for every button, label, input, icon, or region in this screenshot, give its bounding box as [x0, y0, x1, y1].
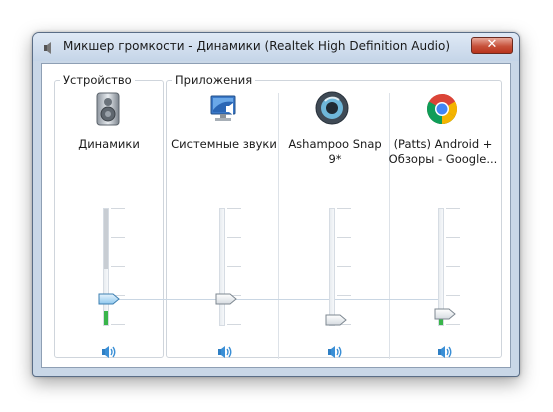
column-divider [389, 93, 390, 359]
window-title: Микшер громкости - Динамики (Realtek Hig… [63, 39, 451, 53]
chrome-tab-name: (Patts) Android + Обзоры - Google... [388, 137, 498, 166]
close-button[interactable]: ✕ [471, 37, 513, 54]
system-sounds-icon[interactable] [207, 92, 241, 126]
chrome-icon[interactable] [425, 92, 459, 126]
device-volume-slider-thumb[interactable] [98, 293, 120, 305]
ashampoo-snap-volume-track[interactable] [329, 208, 335, 326]
column-divider [278, 93, 279, 359]
system-sounds-volume-track[interactable] [219, 208, 225, 326]
speaker-icon [44, 42, 51, 54]
ashampoo-snap-icon[interactable] [315, 91, 349, 125]
mixer-content: Устройство Приложения Динамики Системные… [41, 63, 511, 368]
chrome-volume-slider-thumb[interactable] [434, 308, 456, 320]
level-connector-line [106, 299, 444, 300]
ashampoo-snap-name: Ashampoo Snap 9* [288, 137, 382, 166]
device-name: Динамики [78, 137, 140, 151]
system-sounds-mute-speaker-icon[interactable] [217, 345, 233, 359]
device-peak-meter [104, 311, 108, 325]
system-sounds-name: Системные звуки [171, 137, 277, 151]
ashampoo-snap-volume-slider-thumb[interactable] [325, 314, 347, 326]
device-group-label: Устройство [60, 73, 135, 87]
system-sounds-volume-ticks [227, 208, 241, 326]
volume-mixer-window: Микшер громкости - Динамики (Realtek Hig… [32, 32, 520, 377]
applications-group-label: Приложения [172, 73, 256, 87]
chrome-mute-speaker-icon[interactable] [437, 345, 453, 359]
device-mute-speaker-icon[interactable] [101, 345, 117, 359]
ashampoo-snap-volume-ticks [337, 208, 351, 326]
device-volume-track[interactable] [103, 208, 109, 326]
device-volume-ticks [111, 208, 125, 326]
title-bar[interactable]: Микшер громкости - Динамики (Realtek Hig… [33, 33, 519, 61]
speakers-device-icon[interactable] [91, 92, 125, 126]
system-sounds-volume-slider-thumb[interactable] [215, 293, 237, 305]
device-peak-meter-background [104, 209, 108, 269]
ashampoo-snap-mute-speaker-icon[interactable] [327, 345, 343, 359]
